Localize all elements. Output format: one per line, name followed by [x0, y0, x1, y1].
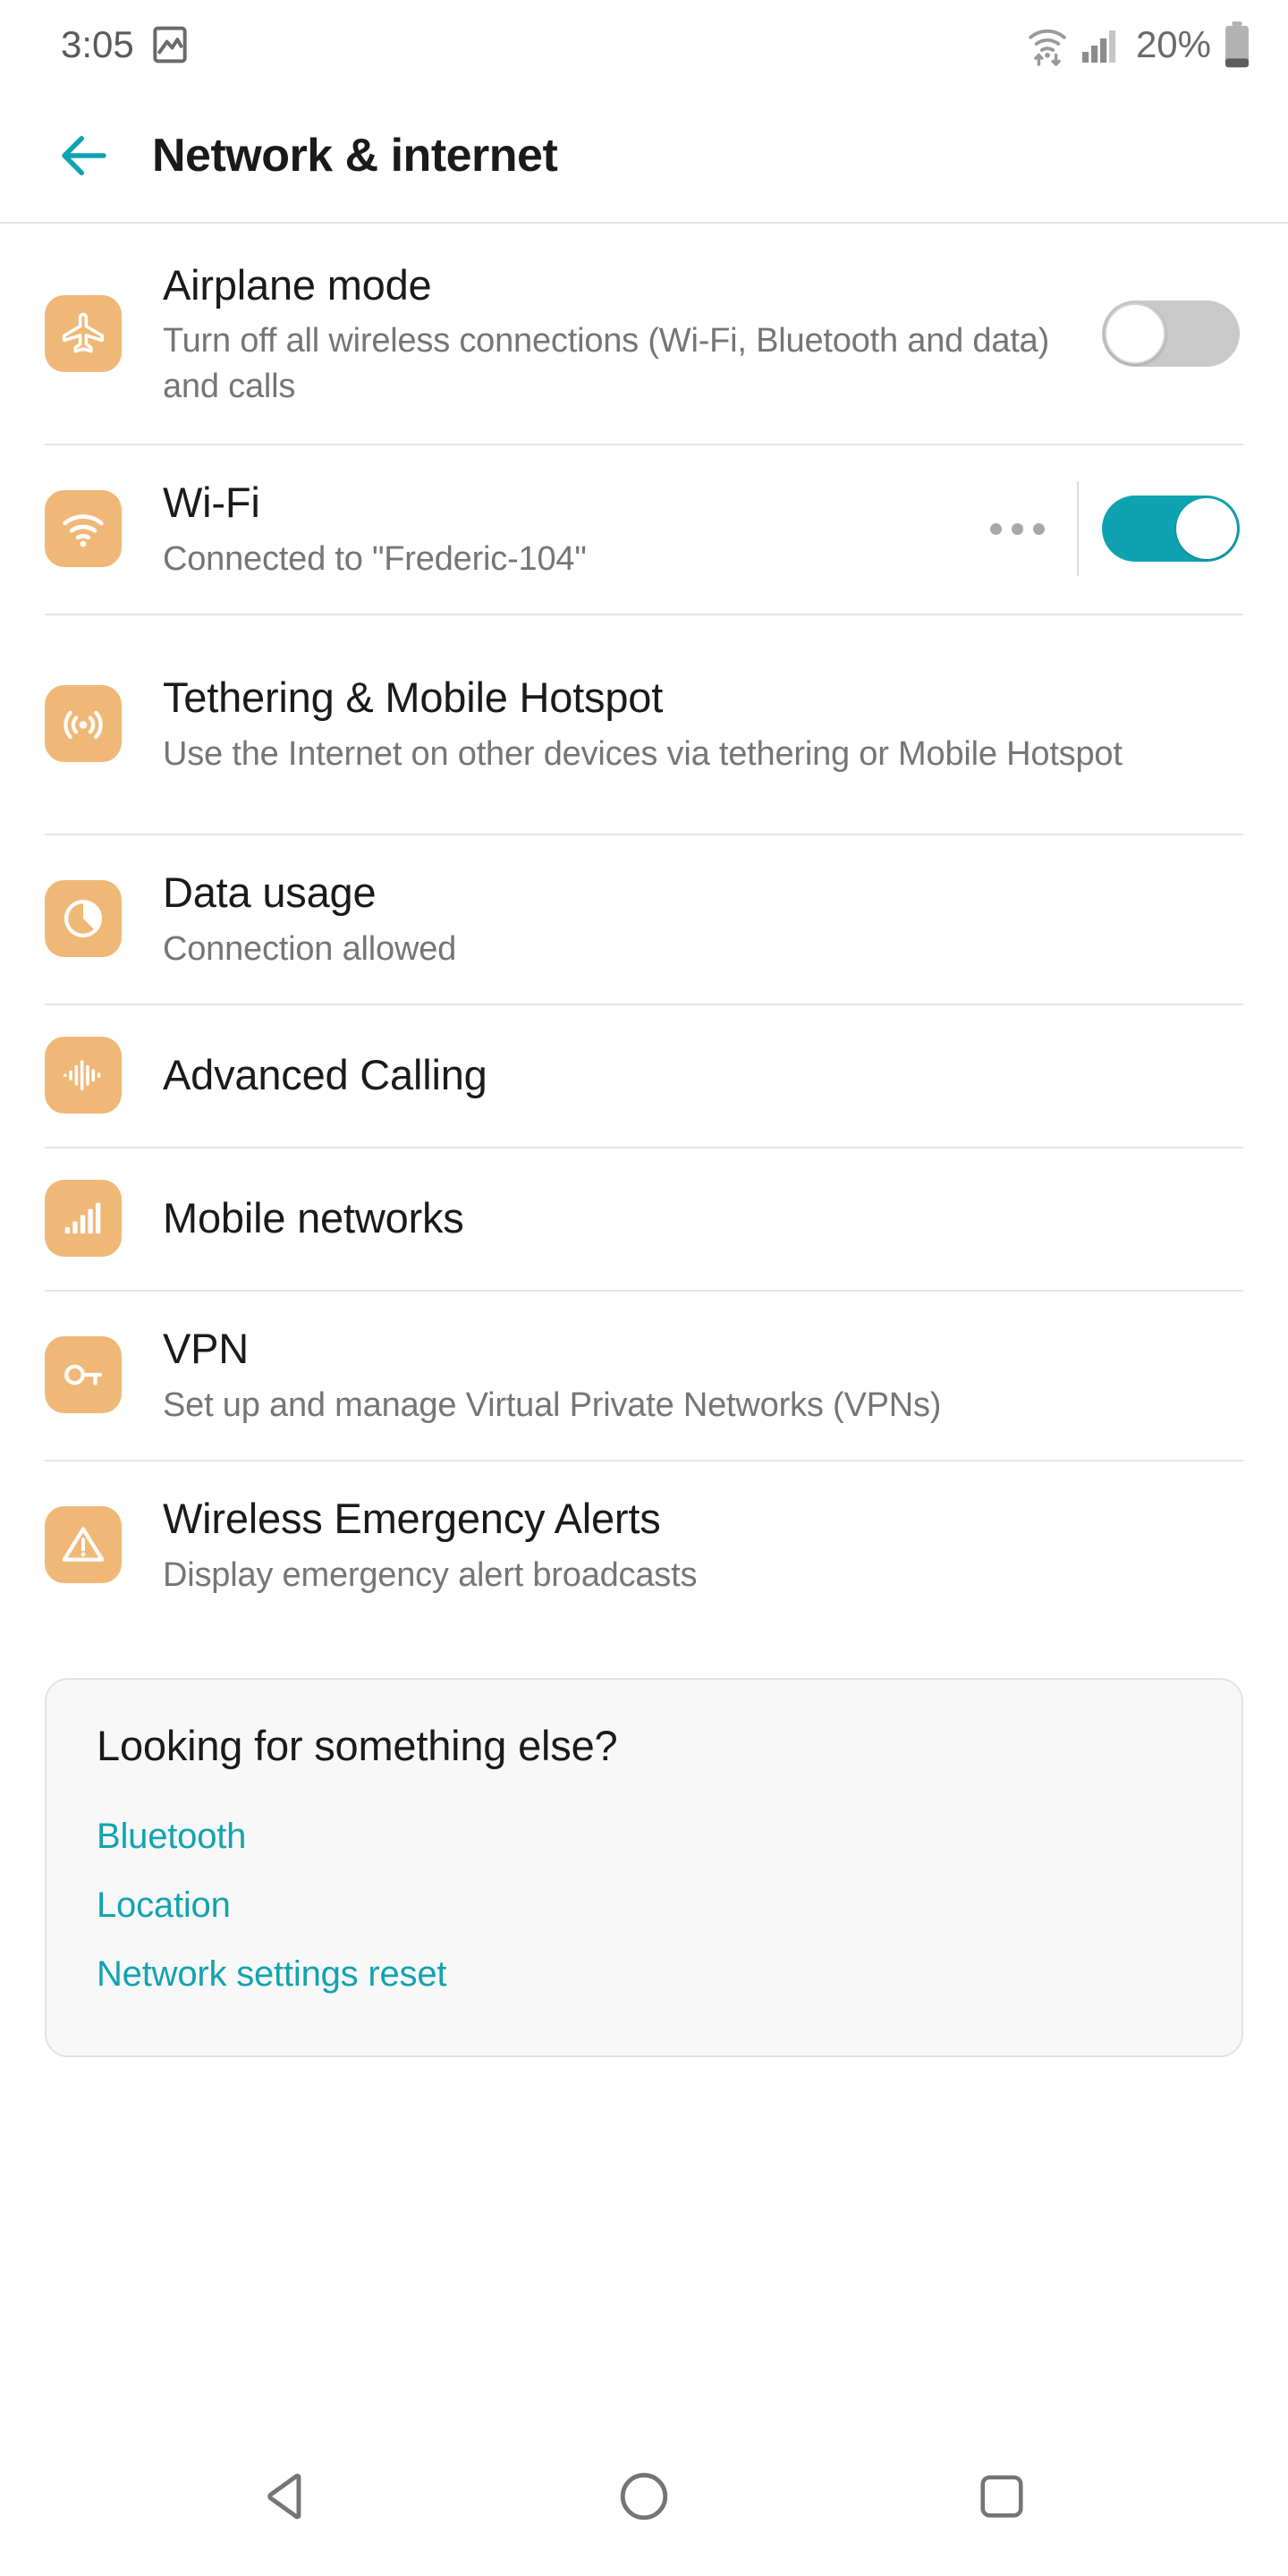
suggestions-card: Looking for something else? Bluetooth Lo…: [45, 1678, 1243, 2057]
suggestion-link-network-settings-reset[interactable]: Network settings reset: [97, 1940, 1191, 2009]
page-title: Network & internet: [152, 130, 558, 182]
data-usage-pie-icon: [45, 880, 122, 957]
status-bar: 3:05 20%: [0, 0, 1288, 89]
setting-row-emergency-alerts[interactable]: Wireless Emergency Alerts Display emerge…: [0, 1460, 1288, 1630]
recents-square-icon[interactable]: [935, 2447, 1069, 2546]
setting-title: Wi-Fi: [163, 479, 260, 527]
vertical-divider: [1077, 481, 1079, 576]
setting-row-text: VPN Set up and manage Virtual Private Ne…: [163, 1322, 1240, 1427]
setting-row-mobile-networks[interactable]: Mobile networks: [0, 1147, 1288, 1290]
wifi-toggle[interactable]: [1102, 496, 1240, 562]
setting-title: Advanced Calling: [163, 1051, 487, 1099]
setting-row-trailing: [1102, 301, 1240, 367]
cellular-signal-icon: [1080, 25, 1120, 64]
setting-row-airplane-mode[interactable]: Airplane mode Turn off all wireless conn…: [0, 224, 1288, 444]
suggestions-card-title: Looking for something else?: [97, 1722, 618, 1769]
status-bar-right: 20%: [1027, 21, 1250, 68]
setting-row-text: Mobile networks: [163, 1191, 1240, 1244]
status-bar-left: 3:05: [61, 25, 188, 64]
dot: [1033, 522, 1045, 535]
setting-title: Airplane mode: [163, 261, 432, 309]
toggle-knob: [1176, 498, 1237, 559]
setting-row-advanced-calling[interactable]: Advanced Calling: [0, 1004, 1288, 1147]
settings-list: Airplane mode Turn off all wireless conn…: [0, 224, 1288, 2417]
setting-row-wifi[interactable]: Wi-Fi Connected to "Frederic-104": [0, 444, 1288, 614]
setting-title: VPN: [163, 1325, 250, 1373]
toggle-knob: [1105, 303, 1165, 364]
suggestions-card-wrapper: Looking for something else? Bluetooth Lo…: [0, 1630, 1288, 2057]
settings-screen: 3:05 20% Network & internet Airplane mod…: [0, 0, 1288, 2576]
setting-subtitle: Connected to "Frederic-104": [163, 539, 587, 578]
wifi-icon: [45, 490, 122, 567]
dot: [990, 522, 1002, 535]
system-navigation-bar: [0, 2417, 1288, 2576]
setting-row-tethering[interactable]: Tethering & Mobile Hotspot Use the Inter…: [0, 614, 1288, 834]
setting-row-text: Advanced Calling: [163, 1048, 1240, 1101]
setting-title: Tethering & Mobile Hotspot: [163, 674, 664, 722]
setting-row-data-usage[interactable]: Data usage Connection allowed: [0, 834, 1288, 1004]
home-circle-icon[interactable]: [577, 2447, 711, 2546]
back-triangle-icon[interactable]: [219, 2447, 353, 2546]
setting-title: Data usage: [163, 869, 377, 917]
airplane-icon: [45, 295, 122, 372]
battery-low-icon: [1224, 21, 1250, 68]
list-bottom-spacer: [0, 2057, 1288, 2417]
setting-subtitle: Turn off all wireless connections (Wi-Fi…: [163, 322, 1050, 405]
setting-subtitle: Set up and manage Virtual Private Networ…: [163, 1385, 942, 1424]
status-clock: 3:05: [61, 23, 134, 65]
dot: [1012, 522, 1023, 535]
key-icon: [45, 1336, 122, 1413]
setting-row-text: Tethering & Mobile Hotspot Use the Inter…: [163, 671, 1240, 775]
setting-subtitle: Connection allowed: [163, 929, 457, 968]
warning-triangle-icon: [45, 1506, 122, 1583]
setting-title: Wireless Emergency Alerts: [163, 1495, 661, 1543]
setting-row-trailing: [963, 481, 1240, 576]
overflow-menu-icon[interactable]: [963, 498, 1072, 560]
signal-bars-icon: [45, 1180, 122, 1257]
image-icon: [152, 25, 188, 64]
wifi-data-transfer-icon: [1027, 23, 1068, 66]
waveform-icon: [45, 1037, 122, 1114]
hotspot-icon: [45, 685, 122, 762]
suggestion-link-location[interactable]: Location: [97, 1871, 1191, 1940]
airplane-mode-toggle[interactable]: [1102, 301, 1240, 367]
suggestion-link-bluetooth[interactable]: Bluetooth: [97, 1802, 1191, 1871]
setting-title: Mobile networks: [163, 1194, 464, 1242]
setting-row-text: Wi-Fi Connected to "Frederic-104": [163, 476, 963, 580]
setting-subtitle: Use the Internet on other devices via te…: [163, 734, 1123, 773]
setting-row-text: Airplane mode Turn off all wireless conn…: [163, 258, 1102, 409]
battery-percent-label: 20%: [1135, 23, 1211, 65]
app-header: Network & internet: [0, 89, 1288, 224]
setting-row-text: Wireless Emergency Alerts Display emerge…: [163, 1492, 1240, 1597]
back-arrow-icon[interactable]: [50, 122, 118, 190]
setting-subtitle: Display emergency alert broadcasts: [163, 1555, 698, 1594]
setting-row-text: Data usage Connection allowed: [163, 866, 1240, 970]
setting-row-vpn[interactable]: VPN Set up and manage Virtual Private Ne…: [0, 1290, 1288, 1460]
